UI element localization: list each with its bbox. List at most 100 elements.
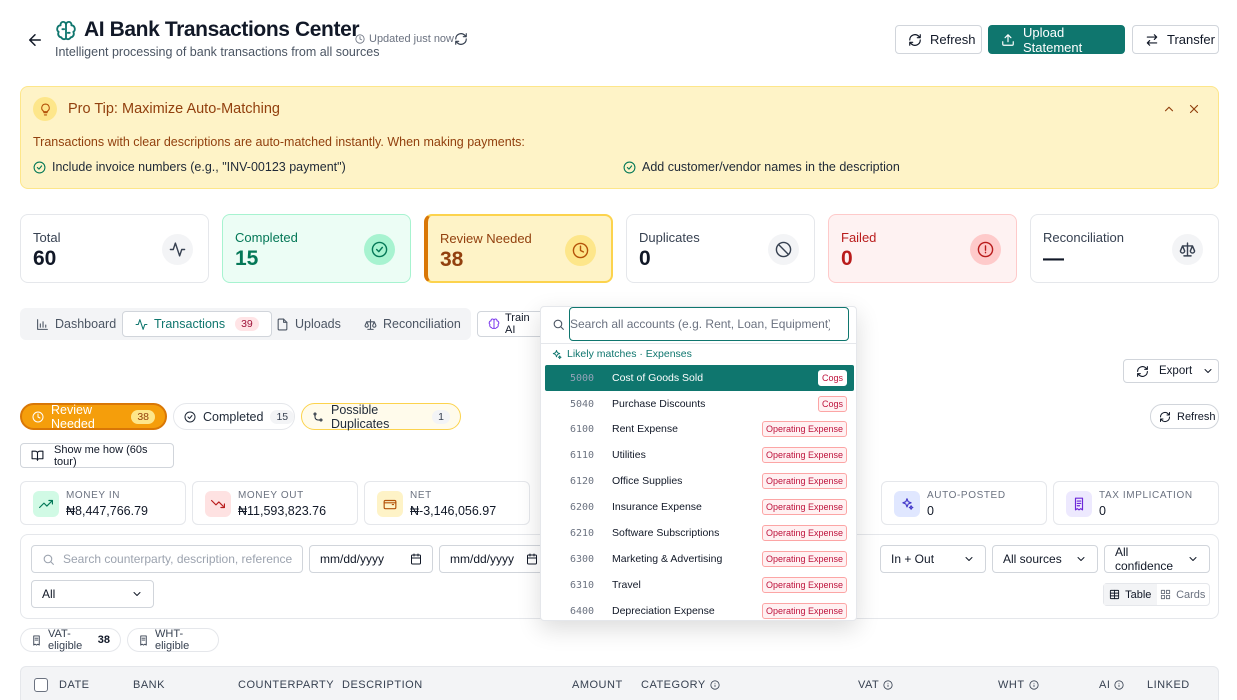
- account-option[interactable]: 6400 Depreciation Expense Operating Expe…: [545, 598, 854, 620]
- account-option[interactable]: 6210 Software Subscriptions Operating Ex…: [545, 520, 854, 546]
- column-header-category[interactable]: CATEGORY: [641, 679, 720, 691]
- account-option[interactable]: 6200 Insurance Expense Operating Expense: [545, 494, 854, 520]
- summary-label: NET: [410, 490, 432, 501]
- source-select[interactable]: All sources: [992, 545, 1098, 573]
- back-arrow-icon[interactable]: [26, 31, 44, 49]
- stat-card-reconciliation[interactable]: Reconciliation —: [1030, 214, 1219, 283]
- account-search-input[interactable]: [570, 317, 830, 331]
- end-date-input[interactable]: mm/dd/yyyy: [439, 545, 549, 573]
- close-icon[interactable]: [1187, 102, 1201, 116]
- refresh-icon: [1159, 411, 1171, 423]
- column-header-linked[interactable]: LINKED: [1147, 679, 1190, 691]
- view-label: Cards: [1176, 588, 1206, 601]
- account-option[interactable]: 6310 Travel Operating Expense: [545, 572, 854, 598]
- account-name: Marketing & Advertising: [612, 553, 723, 565]
- receipt-icon: [31, 634, 42, 646]
- account-option[interactable]: 5040 Purchase Discounts Cogs: [545, 391, 854, 417]
- column-header-ai[interactable]: AI: [1099, 679, 1124, 691]
- date-placeholder: mm/dd/yyyy: [320, 552, 385, 566]
- train-ai-button[interactable]: Train AI: [477, 311, 547, 337]
- account-option[interactable]: 6120 Office Supplies Operating Expense: [545, 468, 854, 494]
- tab-label: Uploads: [295, 317, 341, 331]
- chip-label: WHT-eligible: [155, 628, 190, 652]
- view-cards-button[interactable]: Cards: [1157, 584, 1210, 605]
- calendar-icon: [410, 553, 422, 565]
- stat-value: 38: [440, 248, 464, 271]
- column-header-date[interactable]: DATE: [59, 679, 90, 691]
- stat-card-total[interactable]: Total 60: [20, 214, 209, 283]
- column-header-bank[interactable]: BANK: [133, 679, 165, 691]
- refresh-list-button[interactable]: Refresh: [1150, 404, 1219, 429]
- summary-money-out: MONEY OUT ₦11,593,823.76: [192, 481, 358, 525]
- account-name: Utilities: [612, 449, 646, 461]
- tab-transactions[interactable]: Transactions 39: [122, 311, 272, 337]
- account-type-badge: Operating Expense: [761, 473, 847, 489]
- select-value: In + Out: [891, 552, 935, 566]
- select-all-checkbox[interactable]: [34, 678, 48, 692]
- stat-label: Reconciliation: [1043, 230, 1124, 245]
- transfer-button[interactable]: Transfer: [1132, 25, 1219, 54]
- vat-eligible-chip[interactable]: VAT-eligible 38: [20, 628, 121, 652]
- grid-icon: [1160, 589, 1171, 600]
- stat-card-failed[interactable]: Failed 0: [828, 214, 1017, 283]
- stat-card-review-needed[interactable]: Review Needed 38: [424, 214, 613, 283]
- git-merge-icon: [312, 411, 324, 423]
- stat-card-completed[interactable]: Completed 15: [222, 214, 411, 283]
- stat-card-duplicates[interactable]: Duplicates 0: [626, 214, 815, 283]
- refresh-icon[interactable]: [454, 32, 468, 46]
- start-date-input[interactable]: mm/dd/yyyy: [309, 545, 433, 573]
- confidence-select[interactable]: All confidence: [1104, 545, 1210, 573]
- upload-statement-button[interactable]: Upload Statement: [988, 25, 1125, 55]
- summary-value: ₦8,447,766.79: [66, 504, 149, 518]
- brain-icon: [55, 20, 77, 42]
- show-me-how-button[interactable]: Show me how (60s tour): [20, 443, 174, 468]
- column-header-counterparty[interactable]: COUNTERPARTY: [238, 679, 334, 691]
- info-icon: [710, 680, 720, 690]
- column-header-vat[interactable]: VAT: [858, 679, 893, 691]
- category-select[interactable]: All: [31, 580, 154, 608]
- account-type-badge: Operating Expense: [761, 499, 847, 515]
- chevron-down-icon: [1202, 365, 1214, 377]
- account-code: 5000: [570, 372, 595, 384]
- account-search-field: [569, 307, 849, 341]
- book-open-icon: [31, 449, 44, 462]
- tab-dashboard[interactable]: Dashboard: [24, 311, 128, 337]
- account-type-badge: Operating Expense: [761, 525, 847, 541]
- tab-reconciliation[interactable]: Reconciliation: [352, 311, 473, 337]
- account-option[interactable]: 5000 Cost of Goods Sold Cogs: [545, 365, 854, 391]
- account-code: 6120: [570, 475, 595, 487]
- account-code: 6110: [570, 449, 595, 461]
- search-input[interactable]: [63, 552, 292, 566]
- column-header-description[interactable]: DESCRIPTION: [342, 679, 423, 691]
- chevron-up-icon[interactable]: [1162, 102, 1176, 116]
- account-option[interactable]: 6110 Utilities Operating Expense: [545, 442, 854, 468]
- refresh-button[interactable]: Refresh: [895, 25, 982, 54]
- view-table-button[interactable]: Table: [1104, 584, 1157, 605]
- wht-eligible-chip[interactable]: WHT-eligible: [127, 628, 219, 652]
- column-header-wht[interactable]: WHT: [998, 679, 1039, 691]
- table-header: DATE BANK COUNTERPARTY DESCRIPTION AMOUN…: [20, 666, 1219, 700]
- arrows-swap-icon: [1145, 33, 1159, 47]
- account-name: Purchase Discounts: [612, 398, 706, 410]
- account-option[interactable]: 6300 Marketing & Advertising Operating E…: [545, 546, 854, 572]
- page-title: AI Bank Transactions Center: [84, 18, 360, 41]
- summary-label: AUTO-POSTED: [927, 490, 1006, 501]
- filter-pill-possible-duplicates[interactable]: Possible Duplicates 1: [301, 403, 461, 431]
- sparkles-icon: [894, 491, 920, 517]
- refresh-icon: [908, 33, 922, 47]
- export-button[interactable]: Export: [1123, 359, 1219, 383]
- stat-value: —: [1043, 247, 1064, 270]
- group-label: Likely matches · Expenses: [567, 348, 692, 360]
- table-icon: [1109, 589, 1120, 600]
- account-name: Depreciation Expense: [612, 605, 715, 617]
- tip-item-text: Include invoice numbers (e.g., "INV-0012…: [52, 160, 346, 174]
- tab-uploads[interactable]: Uploads: [264, 311, 353, 337]
- tab-label: Transactions: [154, 317, 226, 331]
- filter-pill-completed[interactable]: Completed 15: [173, 403, 295, 430]
- filter-pill-review-needed[interactable]: Review Needed 38: [20, 403, 167, 431]
- direction-select[interactable]: In + Out: [880, 545, 986, 573]
- pro-tip-banner: Pro Tip: Maximize Auto-Matching Transact…: [20, 86, 1219, 189]
- account-option[interactable]: 6100 Rent Expense Operating Expense: [545, 416, 854, 442]
- column-header-amount[interactable]: AMOUNT: [572, 679, 623, 691]
- stat-value: 0: [841, 247, 853, 270]
